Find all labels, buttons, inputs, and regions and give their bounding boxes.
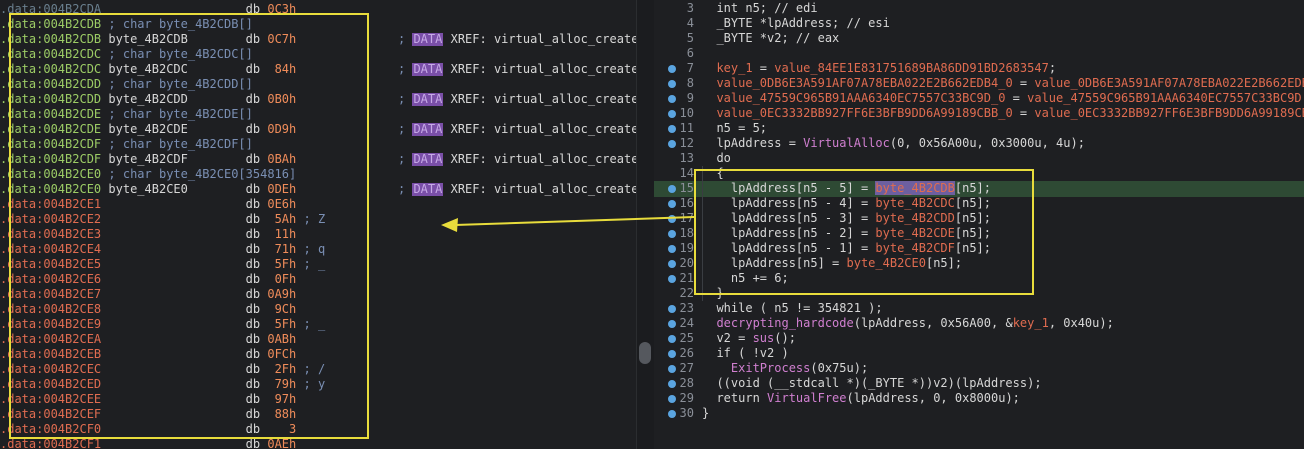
cross-reference-arrow [441,216,695,232]
arrow-head [441,218,458,232]
arrow-shaft [454,216,695,226]
